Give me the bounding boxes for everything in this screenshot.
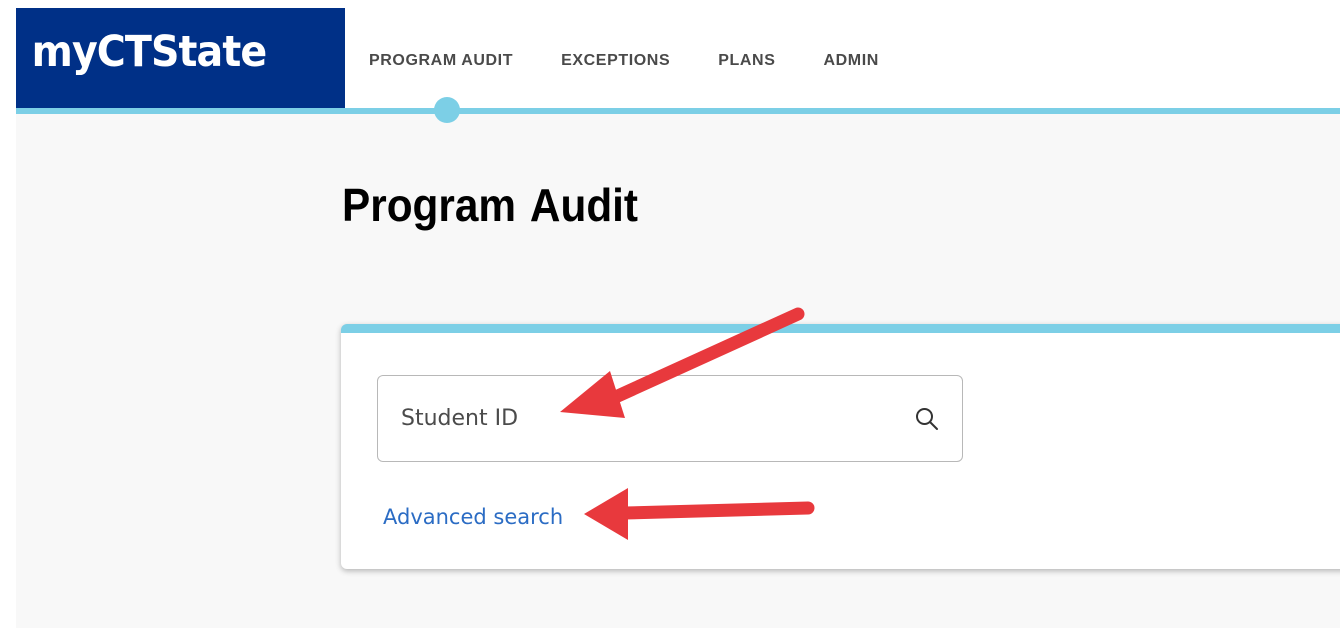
top-navigation-bar: myCTState PROGRAM AUDIT EXCEPTIONS PLANS… — [16, 8, 1340, 108]
student-search-box — [377, 375, 963, 462]
tab-exceptions[interactable]: EXCEPTIONS — [561, 52, 670, 70]
main-nav: PROGRAM AUDIT EXCEPTIONS PLANS ADMIN — [369, 52, 927, 70]
page-title: Program Audit — [342, 179, 639, 231]
tab-admin[interactable]: ADMIN — [823, 52, 878, 70]
search-card: Advanced search — [341, 324, 1340, 569]
tab-plans[interactable]: PLANS — [718, 52, 775, 70]
search-icon[interactable] — [914, 406, 940, 432]
student-id-input[interactable] — [378, 376, 898, 461]
header-divider — [16, 108, 1340, 114]
brand-logo-text: myCTState — [31, 27, 268, 77]
advanced-search-link[interactable]: Advanced search — [383, 505, 563, 529]
brand-logo[interactable]: myCTState — [16, 8, 345, 108]
tab-program-audit[interactable]: PROGRAM AUDIT — [369, 52, 513, 70]
app-page: myCTState PROGRAM AUDIT EXCEPTIONS PLANS… — [16, 8, 1340, 628]
